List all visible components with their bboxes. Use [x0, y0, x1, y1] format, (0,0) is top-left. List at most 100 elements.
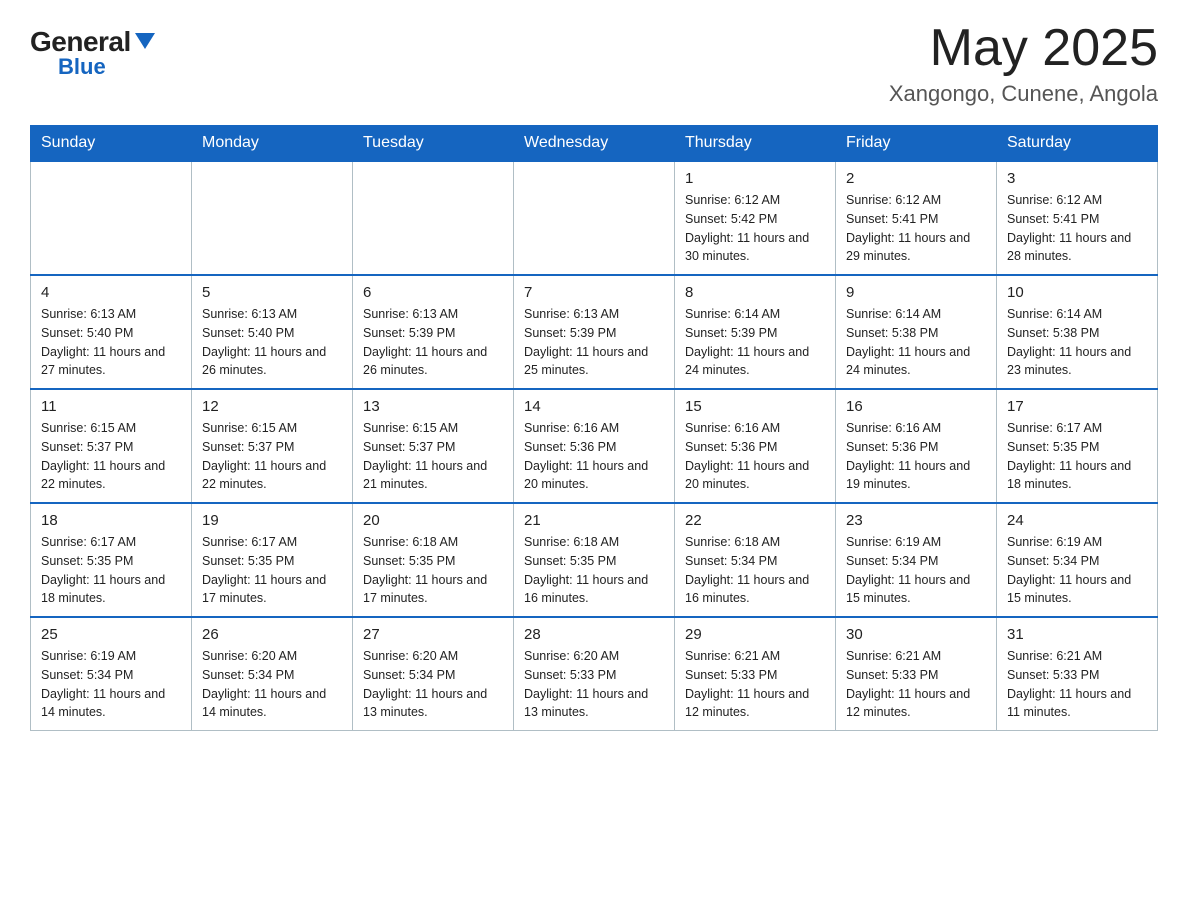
- day-number: 25: [41, 626, 181, 643]
- day-number: 13: [363, 398, 503, 415]
- calendar-cell: 30 Sunrise: 6:21 AMSunset: 5:33 PMDayligh…: [836, 617, 997, 731]
- day-info-text: Sunrise: 6:17 AMSunset: 5:35 PMDaylight:…: [41, 533, 181, 608]
- calendar-cell: 23Sunrise: 6:19 AMSunset: 5:34 PMDayligh…: [836, 503, 997, 617]
- calendar-cell: [31, 161, 192, 275]
- day-info-text: Sunrise: 6:15 AMSunset: 5:37 PMDaylight:…: [41, 419, 181, 494]
- logo-triangle-icon: [135, 33, 155, 49]
- day-number: 6: [363, 284, 503, 301]
- day-info-text: Sunrise: 6:20 AMSunset: 5:34 PMDaylight:…: [363, 647, 503, 722]
- title-area: May 2025 Xangongo, Cunene, Angola: [889, 20, 1158, 107]
- day-number: 23: [846, 512, 986, 529]
- day-info-text: Sunrise: 6:17 AMSunset: 5:35 PMDaylight:…: [1007, 419, 1147, 494]
- day-info-text: Sunrise: 6:21 AMSunset: 5:33 PMDaylight:…: [1007, 647, 1147, 722]
- calendar-cell: 20Sunrise: 6:18 AMSunset: 5:35 PMDayligh…: [353, 503, 514, 617]
- calendar-cell: 2 Sunrise: 6:12 AMSunset: 5:41 PMDaylight…: [836, 161, 997, 275]
- day-info-text: Sunrise: 6:13 AMSunset: 5:40 PMDaylight:…: [41, 305, 181, 380]
- day-info-text: Sunrise: 6:12 AMSunset: 5:41 PMDaylight:…: [846, 191, 986, 266]
- calendar-cell: 1 Sunrise: 6:12 AMSunset: 5:42 PMDaylight…: [675, 161, 836, 275]
- day-number: 12: [202, 398, 342, 415]
- calendar-cell: 8 Sunrise: 6:14 AMSunset: 5:39 PMDaylight…: [675, 275, 836, 389]
- day-number: 18: [41, 512, 181, 529]
- day-info-text: Sunrise: 6:18 AMSunset: 5:35 PMDaylight:…: [363, 533, 503, 608]
- day-info-text: Sunrise: 6:16 AMSunset: 5:36 PMDaylight:…: [524, 419, 664, 494]
- calendar-cell: [353, 161, 514, 275]
- calendar-cell: 13Sunrise: 6:15 AMSunset: 5:37 PMDayligh…: [353, 389, 514, 503]
- day-info-text: Sunrise: 6:16 AMSunset: 5:36 PMDaylight:…: [685, 419, 825, 494]
- day-number: 26: [202, 626, 342, 643]
- day-number: 5: [202, 284, 342, 301]
- calendar-cell: 19 Sunrise: 6:17 AMSunset: 5:35 PMDayligh…: [192, 503, 353, 617]
- day-number: 14: [524, 398, 664, 415]
- day-of-week-header: Wednesday: [514, 126, 675, 162]
- day-info-text: Sunrise: 6:13 AMSunset: 5:39 PMDaylight:…: [363, 305, 503, 380]
- day-info-text: Sunrise: 6:12 AMSunset: 5:42 PMDaylight:…: [685, 191, 825, 266]
- day-info-text: Sunrise: 6:18 AMSunset: 5:34 PMDaylight:…: [685, 533, 825, 608]
- day-number: 16: [846, 398, 986, 415]
- calendar-cell: 3Sunrise: 6:12 AMSunset: 5:41 PMDaylight…: [997, 161, 1158, 275]
- day-number: 30: [846, 626, 986, 643]
- day-number: 10: [1007, 284, 1147, 301]
- calendar-cell: 18 Sunrise: 6:17 AMSunset: 5:35 PMDayligh…: [31, 503, 192, 617]
- header: General Blue May 2025 Xangongo, Cunene, …: [30, 20, 1158, 107]
- calendar-cell: [514, 161, 675, 275]
- day-info-text: Sunrise: 6:13 AMSunset: 5:40 PMDaylight:…: [202, 305, 342, 380]
- day-info-text: Sunrise: 6:17 AMSunset: 5:35 PMDaylight:…: [202, 533, 342, 608]
- day-number: 31: [1007, 626, 1147, 643]
- day-number: 4: [41, 284, 181, 301]
- day-info-text: Sunrise: 6:21 AMSunset: 5:33 PMDaylight:…: [685, 647, 825, 722]
- calendar-cell: 24 Sunrise: 6:19 AMSunset: 5:34 PMDayligh…: [997, 503, 1158, 617]
- day-of-week-header: Friday: [836, 126, 997, 162]
- calendar-cell: 28 Sunrise: 6:20 AMSunset: 5:33 PMDayligh…: [514, 617, 675, 731]
- calendar-header-row: SundayMondayTuesdayWednesdayThursdayFrid…: [31, 126, 1158, 162]
- calendar-cell: 29Sunrise: 6:21 AMSunset: 5:33 PMDayligh…: [675, 617, 836, 731]
- day-number: 17: [1007, 398, 1147, 415]
- calendar-week-row: 18 Sunrise: 6:17 AMSunset: 5:35 PMDayligh…: [31, 503, 1158, 617]
- day-of-week-header: Thursday: [675, 126, 836, 162]
- day-number: 1: [685, 170, 825, 187]
- day-of-week-header: Monday: [192, 126, 353, 162]
- day-info-text: Sunrise: 6:13 AMSunset: 5:39 PMDaylight:…: [524, 305, 664, 380]
- day-info-text: Sunrise: 6:18 AMSunset: 5:35 PMDaylight:…: [524, 533, 664, 608]
- day-info-text: Sunrise: 6:14 AMSunset: 5:38 PMDaylight:…: [1007, 305, 1147, 380]
- calendar-cell: 17 Sunrise: 6:17 AMSunset: 5:35 PMDayligh…: [997, 389, 1158, 503]
- logo-blue-text: Blue: [58, 56, 106, 78]
- day-info-text: Sunrise: 6:21 AMSunset: 5:33 PMDaylight:…: [846, 647, 986, 722]
- day-number: 9: [846, 284, 986, 301]
- day-of-week-header: Sunday: [31, 126, 192, 162]
- calendar-cell: 22 Sunrise: 6:18 AMSunset: 5:34 PMDayligh…: [675, 503, 836, 617]
- day-info-text: Sunrise: 6:20 AMSunset: 5:33 PMDaylight:…: [524, 647, 664, 722]
- day-number: 27: [363, 626, 503, 643]
- day-of-week-header: Saturday: [997, 126, 1158, 162]
- calendar-cell: 12 Sunrise: 6:15 AMSunset: 5:37 PMDayligh…: [192, 389, 353, 503]
- calendar-cell: 25 Sunrise: 6:19 AMSunset: 5:34 PMDayligh…: [31, 617, 192, 731]
- logo-general-text: General: [30, 28, 131, 56]
- calendar-cell: 21 Sunrise: 6:18 AMSunset: 5:35 PMDayligh…: [514, 503, 675, 617]
- calendar-cell: 16Sunrise: 6:16 AMSunset: 5:36 PMDayligh…: [836, 389, 997, 503]
- day-number: 15: [685, 398, 825, 415]
- calendar-week-row: 1 Sunrise: 6:12 AMSunset: 5:42 PMDaylight…: [31, 161, 1158, 275]
- calendar-week-row: 25 Sunrise: 6:19 AMSunset: 5:34 PMDayligh…: [31, 617, 1158, 731]
- day-number: 11: [41, 398, 181, 415]
- day-number: 8: [685, 284, 825, 301]
- calendar-table: SundayMondayTuesdayWednesdayThursdayFrid…: [30, 125, 1158, 731]
- day-number: 19: [202, 512, 342, 529]
- day-number: 7: [524, 284, 664, 301]
- logo: General Blue: [30, 28, 155, 78]
- calendar-cell: 10 Sunrise: 6:14 AMSunset: 5:38 PMDayligh…: [997, 275, 1158, 389]
- day-info-text: Sunrise: 6:19 AMSunset: 5:34 PMDaylight:…: [1007, 533, 1147, 608]
- calendar-cell: 5 Sunrise: 6:13 AMSunset: 5:40 PMDaylight…: [192, 275, 353, 389]
- day-info-text: Sunrise: 6:15 AMSunset: 5:37 PMDaylight:…: [202, 419, 342, 494]
- day-info-text: Sunrise: 6:14 AMSunset: 5:38 PMDaylight:…: [846, 305, 986, 380]
- day-number: 21: [524, 512, 664, 529]
- day-info-text: Sunrise: 6:19 AMSunset: 5:34 PMDaylight:…: [41, 647, 181, 722]
- calendar-cell: 7 Sunrise: 6:13 AMSunset: 5:39 PMDaylight…: [514, 275, 675, 389]
- day-number: 2: [846, 170, 986, 187]
- calendar-cell: 9 Sunrise: 6:14 AMSunset: 5:38 PMDaylight…: [836, 275, 997, 389]
- calendar-cell: 4 Sunrise: 6:13 AMSunset: 5:40 PMDaylight…: [31, 275, 192, 389]
- day-number: 24: [1007, 512, 1147, 529]
- day-info-text: Sunrise: 6:14 AMSunset: 5:39 PMDaylight:…: [685, 305, 825, 380]
- day-number: 28: [524, 626, 664, 643]
- calendar-cell: 15 Sunrise: 6:16 AMSunset: 5:36 PMDayligh…: [675, 389, 836, 503]
- day-number: 22: [685, 512, 825, 529]
- calendar-cell: 14 Sunrise: 6:16 AMSunset: 5:36 PMDayligh…: [514, 389, 675, 503]
